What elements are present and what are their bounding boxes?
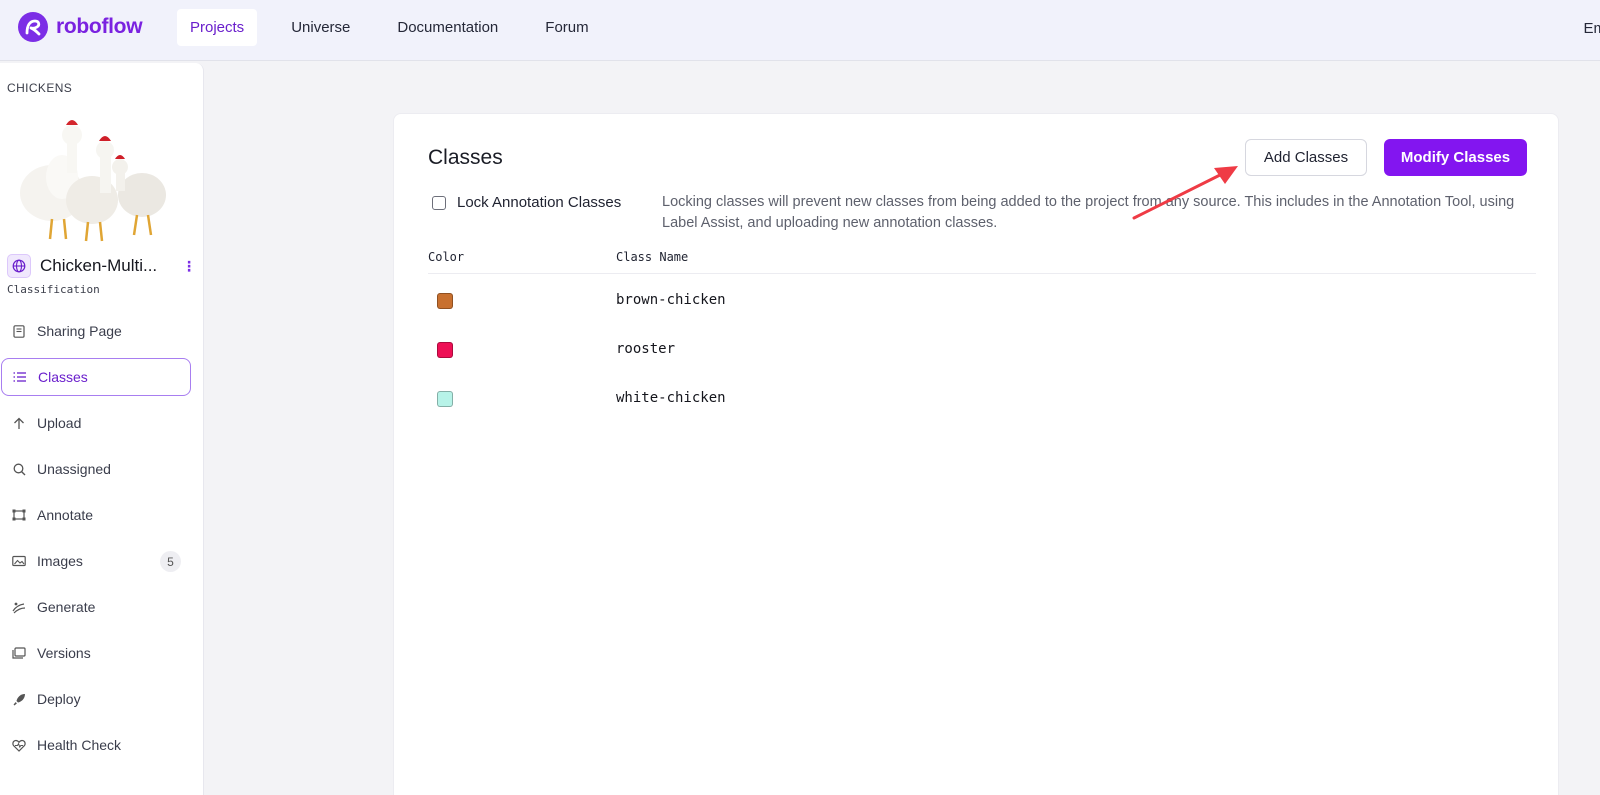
project-sidebar: CHICKENS Chicken-Multi... ⋮ Classificati… xyxy=(0,63,204,795)
sidebar-item-label: Images xyxy=(37,553,83,569)
project-thumbnail xyxy=(20,120,166,242)
table-header: Color Class Name xyxy=(428,250,1536,274)
lock-classes-description: Locking classes will prevent new classes… xyxy=(662,194,1515,231)
images-icon xyxy=(12,554,26,568)
sidebar-item-unassigned[interactable]: Unassigned xyxy=(1,450,191,488)
table-row[interactable]: brown-chicken xyxy=(428,286,1328,316)
sidebar-item-sharing-page[interactable]: Sharing Page xyxy=(1,312,191,350)
class-name: rooster xyxy=(616,341,676,357)
list-icon xyxy=(13,370,27,384)
workspace-name: CHICKENS xyxy=(7,81,73,95)
class-color-swatch[interactable] xyxy=(437,293,453,309)
sidebar-item-deploy[interactable]: Deploy xyxy=(1,680,191,718)
annotation-arrow xyxy=(1132,166,1238,220)
lock-classes-checkbox[interactable] xyxy=(432,195,446,210)
sidebar-item-label: Sharing Page xyxy=(37,323,122,339)
sidebar-item-annotate[interactable]: Annotate xyxy=(1,496,191,534)
nav-universe[interactable]: Universe xyxy=(278,9,363,46)
roboflow-logo[interactable]: roboflow xyxy=(18,12,143,42)
sidebar-item-health-check[interactable]: Health Check xyxy=(1,726,191,764)
sidebar-item-label: Unassigned xyxy=(37,461,111,477)
table-row[interactable]: rooster xyxy=(428,335,1328,365)
page-title: Classes xyxy=(428,146,503,169)
generate-icon xyxy=(12,600,26,614)
class-name: brown-chicken xyxy=(616,292,726,308)
modify-classes-button[interactable]: Modify Classes xyxy=(1384,139,1527,176)
classes-card: Classes Add Classes Modify Classes Lock … xyxy=(393,113,1559,795)
roboflow-logo-icon xyxy=(18,12,48,42)
nav-projects[interactable]: Projects xyxy=(177,9,258,46)
nav-documentation[interactable]: Documentation xyxy=(384,9,511,46)
more-options-icon[interactable]: ⋮ xyxy=(182,258,196,275)
main-nav: Projects Universe Documentation Forum xyxy=(177,9,623,46)
versions-icon xyxy=(12,646,26,660)
sidebar-item-classes[interactable]: Classes xyxy=(1,358,191,396)
project-name: Chicken-Multi... xyxy=(40,256,158,275)
sidebar-item-label: Deploy xyxy=(37,691,81,707)
sidebar-item-label: Versions xyxy=(37,645,91,661)
column-header-class-name: Class Name xyxy=(616,250,689,264)
class-color-swatch[interactable] xyxy=(437,342,453,358)
lock-classes-label[interactable]: Lock Annotation Classes xyxy=(457,194,621,211)
add-classes-button[interactable]: Add Classes xyxy=(1245,139,1367,176)
sidebar-item-images[interactable]: Images 5 xyxy=(1,542,191,580)
search-icon xyxy=(12,462,26,476)
sidebar-nav: Sharing Page Classes Upload Unassigned A… xyxy=(0,312,204,772)
sidebar-item-generate[interactable]: Generate xyxy=(1,588,191,626)
nav-forum[interactable]: Forum xyxy=(532,9,601,46)
heart-pulse-icon xyxy=(12,738,26,752)
arrow-up-icon xyxy=(12,416,26,430)
class-color-swatch[interactable] xyxy=(437,391,453,407)
images-count-badge: 5 xyxy=(160,551,181,572)
project-header: Chicken-Multi... ⋮ xyxy=(7,253,197,279)
lock-classes-row: Lock Annotation Classes xyxy=(432,194,621,211)
sidebar-item-label: Classes xyxy=(38,369,88,385)
top-navigation-bar: roboflow Projects Universe Documentation… xyxy=(0,0,1600,61)
column-header-color: Color xyxy=(428,250,465,264)
table-row[interactable]: white-chicken xyxy=(428,384,1328,414)
sidebar-item-upload[interactable]: Upload xyxy=(1,404,191,442)
sidebar-item-label: Health Check xyxy=(37,737,122,753)
brand-name: roboflow xyxy=(56,15,143,38)
rocket-icon xyxy=(12,692,26,706)
project-type: Classification xyxy=(7,283,100,296)
document-icon xyxy=(12,324,26,338)
class-name: white-chicken xyxy=(616,390,726,406)
globe-icon xyxy=(7,254,31,278)
sidebar-item-label: Annotate xyxy=(37,507,94,523)
sidebar-item-label: Upload xyxy=(37,415,82,431)
sidebar-item-label: Generate xyxy=(37,599,96,615)
annotate-icon xyxy=(12,508,26,522)
user-menu[interactable]: Em xyxy=(1584,20,1600,37)
sidebar-item-versions[interactable]: Versions xyxy=(1,634,191,672)
